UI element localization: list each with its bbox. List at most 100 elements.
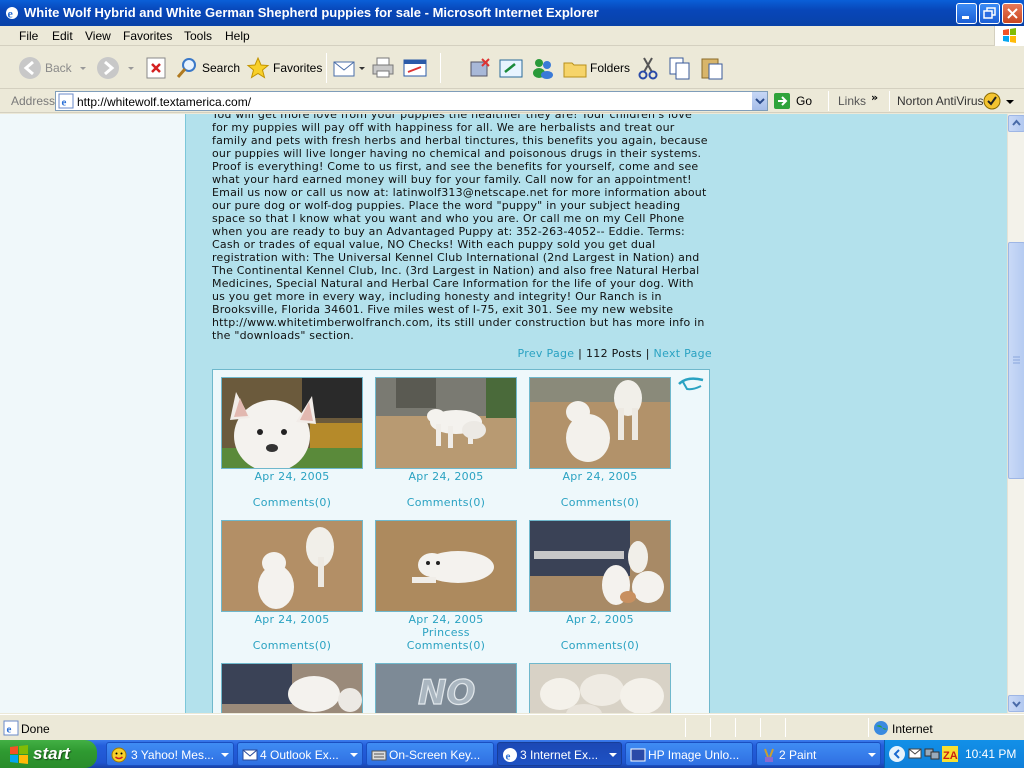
vertical-scrollbar[interactable] bbox=[1007, 114, 1024, 713]
search-label: Search bbox=[202, 61, 241, 75]
menu-tools[interactable]: Tools bbox=[184, 29, 212, 43]
chevron-left-icon[interactable] bbox=[888, 745, 906, 763]
puppies-in-crate-photo bbox=[222, 664, 362, 713]
cut-button[interactable] bbox=[636, 55, 660, 81]
post-title[interactable]: Princess bbox=[375, 626, 517, 639]
scroll-thumb[interactable] bbox=[1008, 242, 1024, 479]
pager-separator: | bbox=[578, 347, 583, 360]
stop-button[interactable] bbox=[146, 55, 166, 81]
post-thumbnail[interactable] bbox=[529, 520, 671, 612]
address-input[interactable]: e http://whitewolf.textamerica.com/ bbox=[55, 91, 768, 111]
post-date[interactable]: Apr 24, 2005 bbox=[375, 613, 517, 626]
comments-link[interactable]: Comments(0) bbox=[221, 639, 363, 652]
post-thumbnail[interactable] bbox=[221, 520, 363, 612]
restore-button[interactable] bbox=[979, 3, 1000, 24]
comments-link[interactable]: Comments(0) bbox=[529, 639, 671, 652]
next-page-link[interactable]: Next Page bbox=[654, 347, 712, 360]
status-divider bbox=[685, 718, 686, 737]
yahoo-smiley-icon bbox=[111, 747, 127, 763]
stop-icon bbox=[146, 57, 166, 79]
internet-explorer-icon: e bbox=[6, 7, 18, 21]
prev-page-link[interactable]: Prev Page bbox=[518, 347, 575, 360]
links-toolbar[interactable]: Links bbox=[838, 94, 866, 108]
chevron-right-icon[interactable]: » bbox=[871, 91, 878, 104]
forward-button[interactable] bbox=[96, 55, 136, 81]
copy-button[interactable] bbox=[668, 55, 692, 81]
post-thumbnail[interactable] bbox=[221, 377, 363, 469]
menu-edit[interactable]: Edit bbox=[52, 29, 73, 43]
scroll-down-button[interactable] bbox=[1008, 695, 1024, 712]
comments-link[interactable]: Comments(0) bbox=[221, 496, 363, 509]
title-bar[interactable]: e White Wolf Hybrid and White German She… bbox=[0, 0, 1024, 26]
post-date[interactable]: Apr 24, 2005 bbox=[375, 470, 517, 483]
chevron-down-icon bbox=[79, 67, 86, 70]
description-line: for my puppies will pay off with happine… bbox=[212, 121, 675, 134]
messenger-button[interactable] bbox=[531, 55, 555, 81]
edit-button[interactable] bbox=[403, 55, 427, 81]
menu-view[interactable]: View bbox=[85, 29, 111, 43]
description-line: Proof is everything! Come to us first, a… bbox=[212, 160, 699, 173]
taskbar-hp-image-unloader[interactable]: HP Image Unlo... bbox=[625, 742, 753, 766]
close-button[interactable] bbox=[1002, 3, 1023, 24]
pager-separator: | bbox=[645, 347, 650, 360]
outlook-express-icon bbox=[242, 749, 258, 761]
back-button[interactable]: Back bbox=[18, 55, 88, 81]
copy-icon bbox=[669, 57, 690, 80]
scroll-up-button[interactable] bbox=[1008, 115, 1024, 132]
task-label: HP Image Unlo... bbox=[648, 748, 740, 762]
mail-button[interactable] bbox=[333, 55, 367, 81]
start-button[interactable]: start bbox=[0, 740, 97, 768]
taskbar-internet-explorer[interactable]: e 3 Internet Ex... bbox=[497, 742, 622, 766]
paint-brush-icon bbox=[764, 748, 774, 762]
menu-file[interactable]: File bbox=[19, 29, 38, 43]
zonealarm-tray-icon[interactable]: ZA bbox=[942, 746, 958, 762]
post-thumbnail[interactable] bbox=[375, 377, 517, 469]
comments-link[interactable]: Comments(0) bbox=[529, 496, 671, 509]
post-thumbnail[interactable] bbox=[375, 520, 517, 612]
network-tray-icon[interactable] bbox=[924, 747, 940, 761]
folder-icon bbox=[563, 62, 587, 78]
post-thumbnail[interactable] bbox=[529, 663, 671, 713]
photo-gallery: Apr 24, 2005 Apr 24, 2005 Apr 24, 2005 C… bbox=[212, 369, 710, 713]
taskbar-yahoo-messenger[interactable]: 3 Yahoo! Mes... bbox=[106, 742, 234, 766]
taskbar-paint[interactable]: 2 Paint bbox=[756, 742, 881, 766]
go-button[interactable]: Go bbox=[774, 93, 812, 109]
post-date[interactable]: Apr 2, 2005 bbox=[529, 613, 671, 626]
comments-link[interactable]: Comments(0) bbox=[375, 639, 517, 652]
paste-button[interactable] bbox=[700, 55, 724, 81]
discuss-button[interactable] bbox=[468, 55, 492, 81]
search-button[interactable]: Search bbox=[175, 55, 240, 81]
address-dropdown-button[interactable] bbox=[751, 92, 767, 110]
print-button[interactable] bbox=[371, 55, 395, 81]
post-thumbnail[interactable] bbox=[221, 663, 363, 713]
page-viewport[interactable]: You will get more love from your puppies… bbox=[0, 114, 1007, 713]
favorites-button[interactable]: Favorites bbox=[246, 55, 322, 81]
no-image-text: NO bbox=[418, 673, 475, 713]
back-label: Back bbox=[45, 61, 72, 75]
menu-bar: File Edit View Favorites Tools Help bbox=[0, 26, 1024, 46]
post-date[interactable]: Apr 24, 2005 bbox=[221, 613, 363, 626]
chevron-down-icon[interactable] bbox=[1005, 97, 1015, 107]
taskbar-outlook-express[interactable]: 4 Outlook Ex... bbox=[237, 742, 363, 766]
go-label: Go bbox=[796, 94, 813, 108]
post-thumbnail[interactable] bbox=[529, 377, 671, 469]
menu-help[interactable]: Help bbox=[225, 29, 250, 43]
two-puppies-photo bbox=[376, 378, 516, 468]
description-text: You will get more love from your puppies… bbox=[212, 114, 712, 342]
post-date[interactable]: Apr 24, 2005 bbox=[221, 470, 363, 483]
norton-antivirus-toolbar[interactable]: Norton AntiVirus bbox=[897, 94, 984, 108]
mail-tray-icon[interactable] bbox=[908, 748, 922, 760]
post-thumbnail[interactable]: NO bbox=[375, 663, 517, 713]
chevron-down-icon bbox=[359, 67, 365, 70]
taskbar-on-screen-keyboard[interactable]: On-Screen Key... bbox=[366, 742, 494, 766]
pagination: Prev Page | 112 Posts | Next Page bbox=[212, 347, 712, 360]
minimize-button[interactable] bbox=[956, 3, 977, 24]
post-date[interactable]: Apr 24, 2005 bbox=[529, 470, 671, 483]
clock[interactable]: 10:41 PM bbox=[965, 747, 1016, 761]
no-image-placeholder: NO bbox=[376, 664, 516, 713]
folders-button[interactable]: Folders bbox=[563, 55, 630, 81]
media-button[interactable] bbox=[499, 55, 523, 81]
menu-favorites[interactable]: Favorites bbox=[123, 29, 172, 43]
norton-shield-icon[interactable] bbox=[983, 92, 1001, 110]
comments-link[interactable]: Comments(0) bbox=[375, 496, 517, 509]
